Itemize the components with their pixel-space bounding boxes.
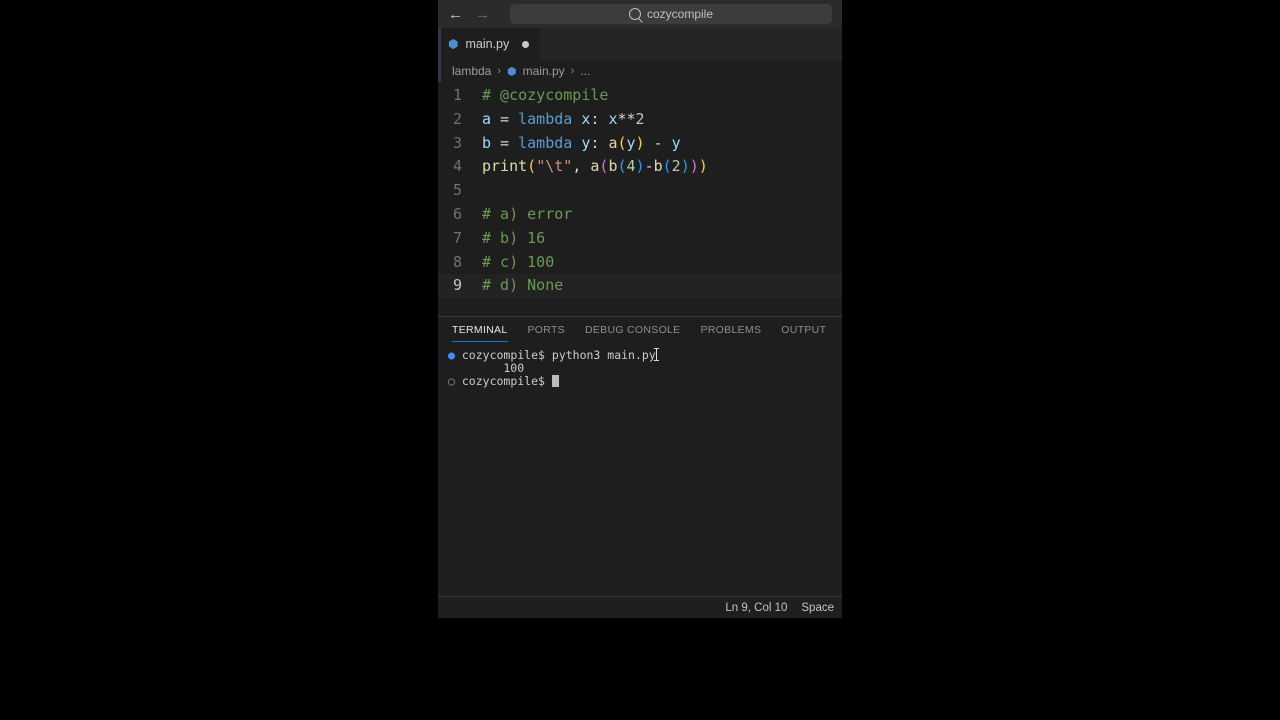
code-line: 7 # b) 16	[438, 227, 842, 251]
tab-output[interactable]: OUTPUT	[781, 324, 826, 336]
breadcrumb-tail[interactable]: ...	[580, 64, 590, 78]
vscode-window: ← → cozycompile ⬢ main.py lambda › ⬢ mai…	[438, 0, 842, 618]
code-line: 1 # @cozycompile	[438, 84, 842, 108]
panel-tabs: TERMINAL PORTS DEBUG CONSOLE PROBLEMS OU…	[438, 317, 842, 342]
cursor-icon	[552, 375, 559, 387]
prompt: cozycompile$	[462, 374, 552, 388]
forward-icon[interactable]: →	[475, 6, 490, 23]
command-center[interactable]: cozycompile	[510, 4, 832, 24]
cursor-position[interactable]: Ln 9, Col 10	[725, 602, 787, 614]
command: python3 main.py	[552, 348, 656, 362]
tab-label: main.py	[465, 37, 509, 51]
tab-terminal[interactable]: TERMINAL	[452, 324, 508, 342]
chevron-right-icon: ›	[497, 65, 501, 77]
line-number: 2	[438, 108, 482, 132]
code-line: 3 b = lambda y: a(y) - y	[438, 132, 842, 156]
breadcrumb-folder[interactable]: lambda	[452, 64, 491, 78]
search-text: cozycompile	[647, 7, 713, 21]
search-icon	[629, 8, 641, 20]
prompt: cozycompile$	[462, 348, 552, 362]
text-cursor-icon	[656, 348, 657, 361]
terminal[interactable]: ● cozycompile$ python3 main.py 100 ○ coz…	[438, 342, 842, 596]
line-number: 1	[438, 84, 482, 108]
code-editor[interactable]: 1 # @cozycompile 2 a = lambda x: x**2 3 …	[438, 82, 842, 316]
title-bar: ← → cozycompile	[438, 0, 842, 28]
code-line: 9 # d) None	[438, 274, 842, 298]
line-number: 6	[438, 203, 482, 227]
python-icon: ⬢	[507, 65, 517, 78]
bottom-panel: TERMINAL PORTS DEBUG CONSOLE PROBLEMS OU…	[438, 316, 842, 596]
python-icon: ⬢	[448, 37, 458, 51]
line-number: 9	[438, 274, 482, 298]
tab-main-py[interactable]: ⬢ main.py	[438, 28, 539, 60]
bullet-icon: ●	[448, 348, 455, 362]
status-bar: Ln 9, Col 10 Space	[438, 596, 842, 618]
tab-debug-console[interactable]: DEBUG CONSOLE	[585, 324, 681, 336]
line-number: 5	[438, 179, 482, 203]
line-number: 3	[438, 132, 482, 156]
code-line: 6 # a) error	[438, 203, 842, 227]
code-line: 2 a = lambda x: x**2	[438, 108, 842, 132]
terminal-output: 100	[448, 361, 524, 375]
breadcrumb[interactable]: lambda › ⬢ main.py › ...	[438, 60, 842, 82]
tab-problems[interactable]: PROBLEMS	[701, 324, 762, 336]
code-line: 8 # c) 100	[438, 251, 842, 275]
chevron-right-icon: ›	[571, 65, 575, 77]
line-number: 8	[438, 251, 482, 275]
tab-bar: ⬢ main.py	[438, 28, 842, 60]
bullet-icon: ○	[448, 374, 455, 388]
breadcrumb-file[interactable]: main.py	[523, 64, 565, 78]
tab-ports[interactable]: PORTS	[528, 324, 565, 336]
back-icon[interactable]: ←	[448, 6, 463, 23]
line-number: 7	[438, 227, 482, 251]
line-number: 4	[438, 155, 482, 179]
nav-arrows: ← →	[448, 6, 490, 23]
code-line: 4 print("\t", a(b(4)-b(2)))	[438, 155, 842, 179]
code-line: 5	[438, 179, 842, 203]
indentation[interactable]: Space	[801, 602, 834, 614]
dirty-indicator-icon	[522, 41, 529, 48]
